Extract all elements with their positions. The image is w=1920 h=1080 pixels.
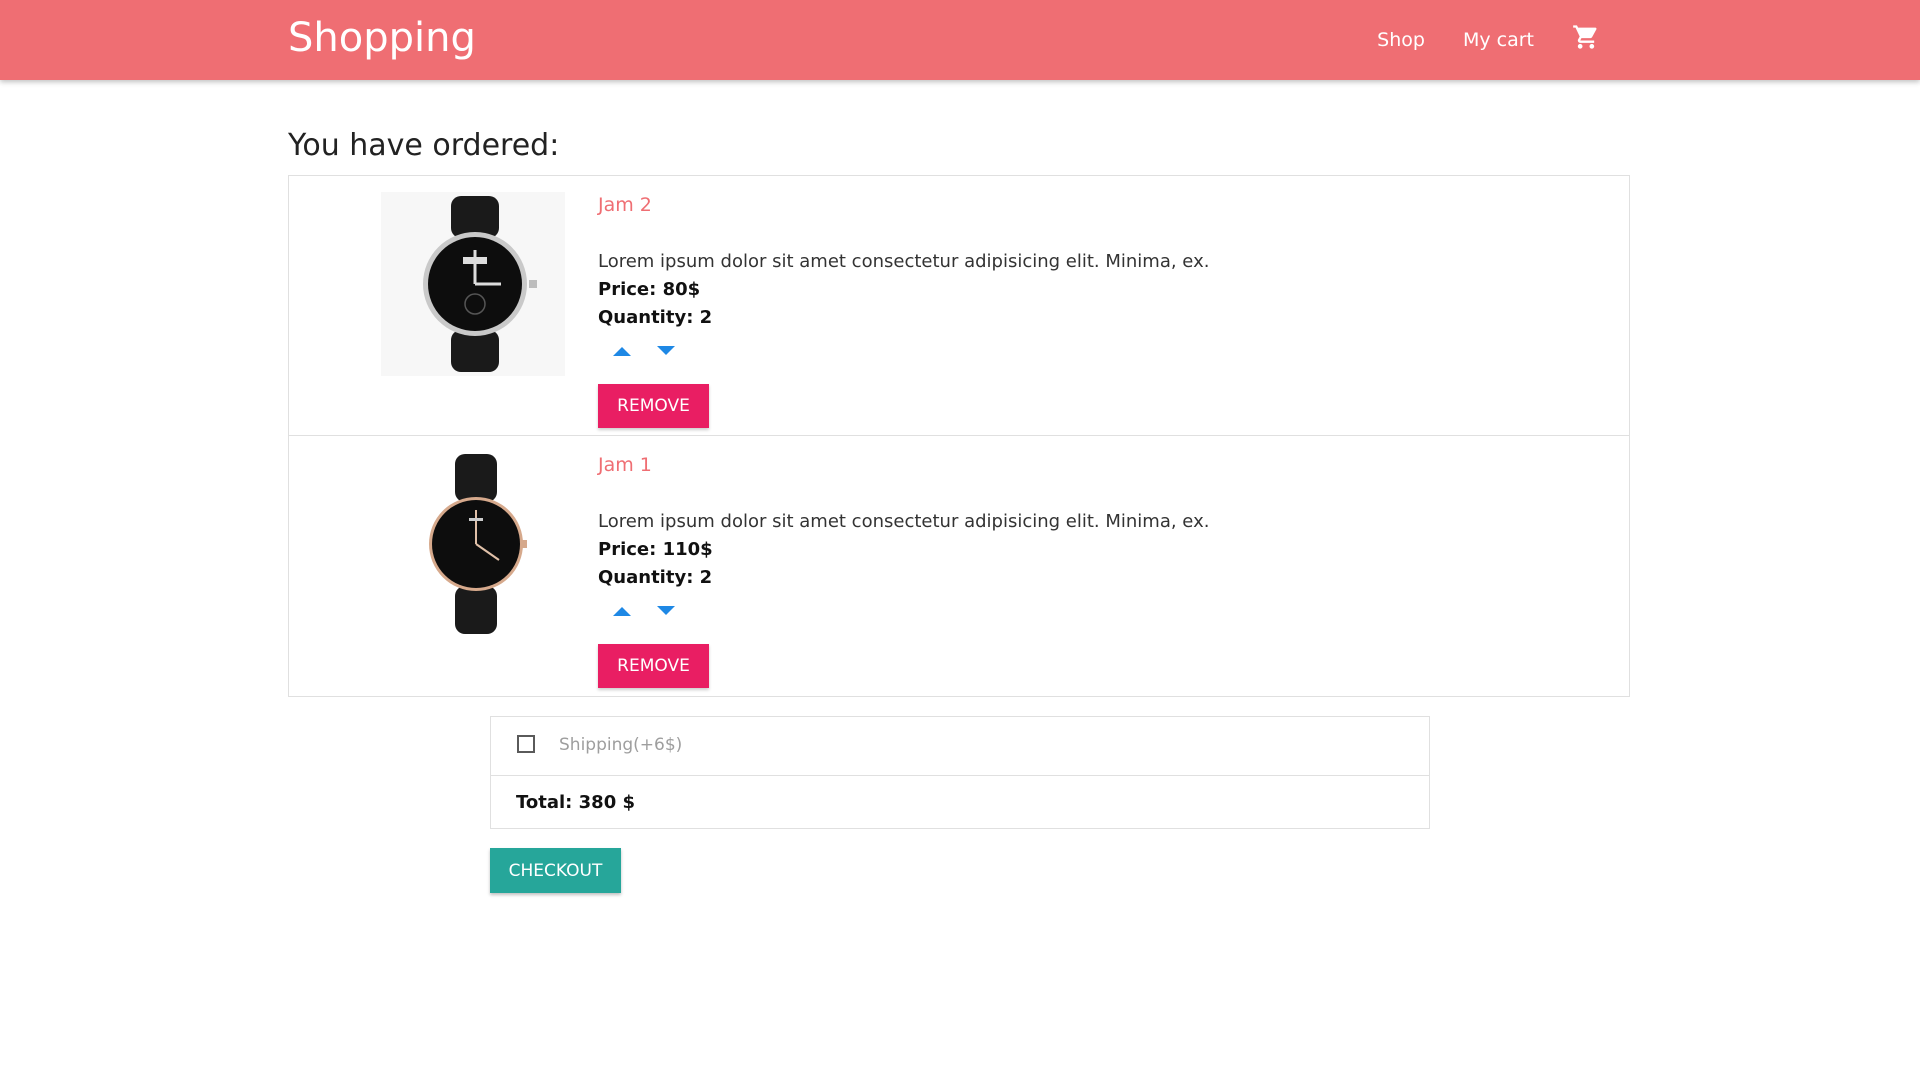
item-quantity: Quantity: 2 xyxy=(598,567,713,588)
shipping-label[interactable]: Shipping(+6$) xyxy=(559,735,682,755)
arrow-down-icon[interactable] xyxy=(654,345,678,357)
total-amount: Total: 380 $ xyxy=(516,792,636,813)
arrow-up-icon[interactable] xyxy=(610,605,634,617)
item-price: Price: 80$ xyxy=(598,279,701,300)
item-price: Price: 110$ xyxy=(598,539,713,560)
order-item: Jam 2 Lorem ipsum dolor sit amet consect… xyxy=(289,176,1629,436)
item-description: Lorem ipsum dolor sit amet consectetur a… xyxy=(598,251,1210,272)
item-description: Lorem ipsum dolor sit amet consectetur a… xyxy=(598,511,1210,532)
navbar: Shopping Shop My cart xyxy=(0,0,1920,80)
nav-links: Shop My cart xyxy=(1339,0,1600,80)
order-item: Jam 1 Lorem ipsum dolor sit amet consect… xyxy=(289,436,1629,696)
shopping-cart-icon[interactable] xyxy=(1572,23,1600,51)
brand-logo[interactable]: Shopping xyxy=(288,15,476,61)
total-row: Total: 380 $ xyxy=(491,776,1429,830)
remove-button[interactable]: REMOVE xyxy=(598,384,709,428)
watch-icon xyxy=(381,192,565,376)
item-quantity: Quantity: 2 xyxy=(598,307,713,328)
arrow-down-icon[interactable] xyxy=(654,605,678,617)
quantity-controls xyxy=(610,340,1209,362)
order-summary: Shipping(+6$) Total: 380 $ xyxy=(490,716,1430,829)
nav-link-shop[interactable]: Shop xyxy=(1377,29,1425,51)
checkout-button[interactable]: CHECKOUT xyxy=(490,848,621,893)
quantity-controls xyxy=(610,600,1209,622)
order-item-details: Jam 2 Lorem ipsum dolor sit amet consect… xyxy=(598,194,1209,428)
order-list: Jam 2 Lorem ipsum dolor sit amet consect… xyxy=(288,175,1630,697)
arrow-up-icon[interactable] xyxy=(610,345,634,357)
shipping-checkbox[interactable] xyxy=(517,735,535,753)
watch-icon xyxy=(381,452,565,636)
remove-button[interactable]: REMOVE xyxy=(598,644,709,688)
item-title[interactable]: Jam 2 xyxy=(598,194,1209,220)
shipping-row: Shipping(+6$) xyxy=(491,717,1429,776)
order-item-details: Jam 1 Lorem ipsum dolor sit amet consect… xyxy=(598,454,1209,688)
nav-link-my-cart[interactable]: My cart xyxy=(1463,29,1534,51)
page-title: You have ordered: xyxy=(288,128,560,163)
item-title[interactable]: Jam 1 xyxy=(598,454,1209,480)
